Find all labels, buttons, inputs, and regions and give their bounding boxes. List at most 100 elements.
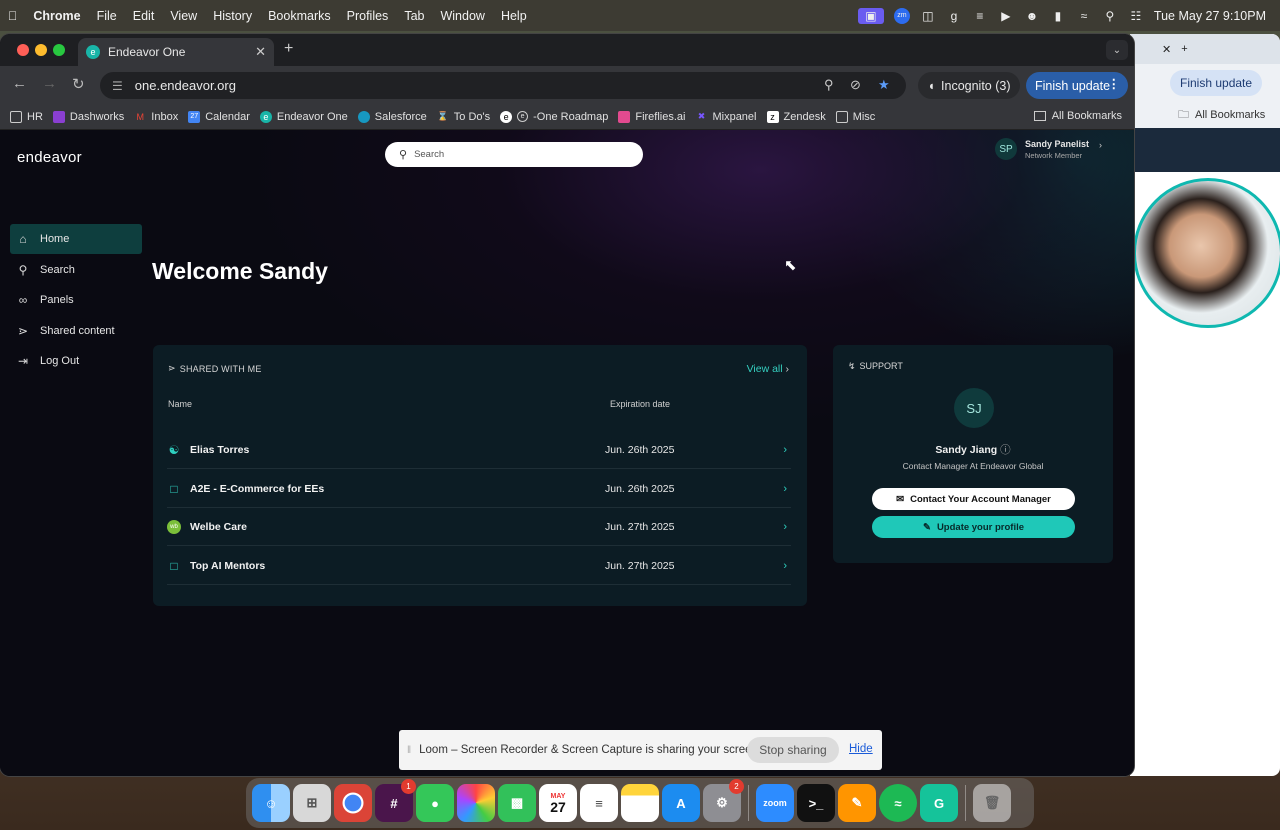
- forward-arrow-icon[interactable]: →: [42, 75, 57, 92]
- calendar-app-icon[interactable]: MAY 27: [539, 784, 577, 822]
- bookmark-mixpanel[interactable]: ✖ Mixpanel: [695, 111, 757, 123]
- table-row[interactable]: wb Welbe Care Jun. 27th 2025 ›: [167, 508, 791, 546]
- battery-icon[interactable]: ▮: [1050, 8, 1066, 24]
- reload-icon[interactable]: ↻: [72, 75, 85, 93]
- bookmark-inbox[interactable]: M Inbox: [134, 111, 179, 123]
- menu-clock[interactable]: Tue May 27 9:10PM: [1154, 9, 1266, 23]
- table-row[interactable]: □ A2E - E-Commerce for EEs Jun. 26th 202…: [167, 470, 791, 508]
- back-all-bookmarks[interactable]: All Bookmarks: [1195, 109, 1265, 121]
- messages-icon[interactable]: ●: [416, 784, 454, 822]
- back-new-tab-icon[interactable]: +: [1181, 43, 1187, 55]
- close-window-button[interactable]: [17, 44, 29, 56]
- bookmark-todos[interactable]: ⌛ To Do's: [437, 111, 490, 123]
- menu-bookmarks[interactable]: Bookmarks: [260, 9, 339, 23]
- all-bookmarks[interactable]: All Bookmarks: [1033, 110, 1122, 122]
- menu-app-name[interactable]: Chrome: [25, 9, 88, 23]
- table-row[interactable]: □ Top AI Mentors Jun. 27th 2025 ›: [167, 547, 791, 585]
- zoom-status-icon[interactable]: zm: [893, 7, 910, 24]
- menu-window[interactable]: Window: [432, 9, 492, 23]
- back-arrow-icon[interactable]: ←: [12, 75, 27, 92]
- bookmark-dashworks[interactable]: Dashworks: [52, 110, 124, 123]
- bookmark-zendesk[interactable]: z Zendesk: [766, 110, 826, 123]
- menu-history[interactable]: History: [205, 9, 260, 23]
- webcam-bubble[interactable]: [1133, 178, 1280, 328]
- spotify-icon[interactable]: ≈: [879, 784, 917, 822]
- sidebar-item-home[interactable]: ⌂ Home: [10, 224, 142, 254]
- view-all-link[interactable]: View all ›: [747, 363, 789, 375]
- zoom-lens-icon[interactable]: ⚲: [824, 77, 834, 93]
- bookmark-salesforce[interactable]: Salesforce: [357, 110, 427, 123]
- star-bookmark-icon[interactable]: ★: [878, 77, 890, 93]
- menu-tab[interactable]: Tab: [396, 9, 432, 23]
- new-tab-icon[interactable]: +: [284, 40, 293, 58]
- info-icon[interactable]: ⓘ: [1000, 444, 1011, 456]
- bookmark-misc[interactable]: Misc: [835, 110, 875, 123]
- bookmark-endeavor-one[interactable]: e Endeavor One: [259, 110, 348, 123]
- chevron-right-icon[interactable]: ›: [783, 560, 787, 572]
- stack-icon[interactable]: ≡: [972, 8, 988, 24]
- play-icon[interactable]: ▶: [998, 8, 1014, 24]
- launchpad-icon[interactable]: ⊞: [293, 784, 331, 822]
- bookmark-calendar[interactable]: 27 Calendar: [188, 110, 250, 123]
- grammarly-icon[interactable]: G: [920, 784, 958, 822]
- tab-search-chevron-icon[interactable]: ⌄: [1106, 40, 1128, 60]
- cast-icon[interactable]: ◫: [920, 8, 936, 24]
- system-settings-icon[interactable]: ⚙ 2: [703, 779, 744, 822]
- stop-sharing-button[interactable]: Stop sharing: [747, 737, 839, 763]
- drag-handle-icon[interactable]: ‖: [407, 745, 411, 756]
- apple-icon[interactable]: : [0, 9, 25, 23]
- bookmark-fireflies[interactable]: Fireflies.ai: [618, 110, 685, 123]
- photos-icon[interactable]: [457, 784, 495, 822]
- spotlight-icon[interactable]: ⚲: [1102, 8, 1118, 24]
- zoom-app-icon[interactable]: zoom: [756, 784, 794, 822]
- screen-share-icon[interactable]: ▣: [857, 7, 884, 24]
- chevron-right-icon[interactable]: ›: [783, 521, 787, 533]
- menu-profiles[interactable]: Profiles: [339, 9, 397, 23]
- sidebar-item-search[interactable]: ⚲ Search: [10, 255, 142, 285]
- back-finish-update-button[interactable]: Finish update: [1170, 70, 1263, 96]
- menu-file[interactable]: File: [89, 9, 125, 23]
- address-bar[interactable]: ☰ one.endeavor.org ⚲ ⊘ ★: [100, 72, 906, 99]
- table-row[interactable]: ☯ Elias Torres Jun. 26th 2025 ›: [167, 431, 791, 469]
- incognito-button[interactable]: ◖ Incognito (3): [918, 72, 1020, 99]
- sidebar-item-log-out[interactable]: ⇥ Log Out: [10, 346, 142, 376]
- more-menu-icon[interactable]: ⋮: [1108, 76, 1121, 91]
- minimize-window-button[interactable]: [35, 44, 47, 56]
- wifi-icon[interactable]: ≈: [1076, 8, 1092, 24]
- chevron-right-icon[interactable]: ›: [783, 444, 787, 456]
- background-browser-window[interactable]: ✕ + Finish update 🗀 All Bookmarks: [1130, 34, 1280, 776]
- app-store-icon[interactable]: A: [662, 784, 700, 822]
- menu-edit[interactable]: Edit: [125, 9, 163, 23]
- site-info-icon[interactable]: ☰: [112, 79, 123, 93]
- back-tab-close-icon[interactable]: ✕: [1162, 43, 1171, 56]
- tab-endeavor-one[interactable]: e Endeavor One ✕: [78, 38, 274, 66]
- tab-close-icon[interactable]: ✕: [255, 44, 266, 60]
- contact-account-manager-button[interactable]: ✉ Contact Your Account Manager: [872, 488, 1075, 510]
- search-input[interactable]: ⚲ Search: [385, 142, 643, 167]
- finish-update-button[interactable]: Finish update ⋮: [1026, 72, 1128, 99]
- grammarly-status-icon[interactable]: g: [946, 8, 962, 24]
- menu-help[interactable]: Help: [493, 9, 535, 23]
- hide-link[interactable]: Hide: [849, 743, 873, 755]
- sidebar-item-panels[interactable]: ∞ Panels: [10, 285, 142, 315]
- facetime-icon[interactable]: ▩: [498, 784, 536, 822]
- update-profile-button[interactable]: ✎ Update your profile: [872, 516, 1075, 538]
- bookmark-one-roadmap[interactable]: e e -One Roadmap: [500, 110, 608, 123]
- eye-off-icon[interactable]: ⊘: [850, 77, 861, 93]
- user-status-icon[interactable]: ☻: [1024, 8, 1040, 24]
- zoom-window-button[interactable]: [53, 44, 65, 56]
- pencil-app-icon[interactable]: ✎: [838, 784, 876, 822]
- menu-view[interactable]: View: [162, 9, 205, 23]
- trash-icon[interactable]: 🗑: [973, 784, 1011, 822]
- notes-icon[interactable]: [621, 784, 659, 822]
- sidebar-item-shared-content[interactable]: ⋗ Shared content: [10, 316, 142, 346]
- chrome-icon[interactable]: [334, 784, 372, 822]
- bookmark-hr[interactable]: HR: [10, 110, 43, 123]
- terminal-icon[interactable]: >_: [797, 784, 835, 822]
- chevron-right-icon[interactable]: ›: [783, 483, 787, 495]
- slack-icon[interactable]: #1: [375, 779, 416, 822]
- url-text[interactable]: one.endeavor.org: [135, 78, 236, 93]
- control-center-icon[interactable]: ☷: [1128, 8, 1144, 24]
- reminders-icon[interactable]: ≡: [580, 784, 618, 822]
- user-menu[interactable]: SP Sandy Panelist Network Member ›: [995, 138, 1102, 160]
